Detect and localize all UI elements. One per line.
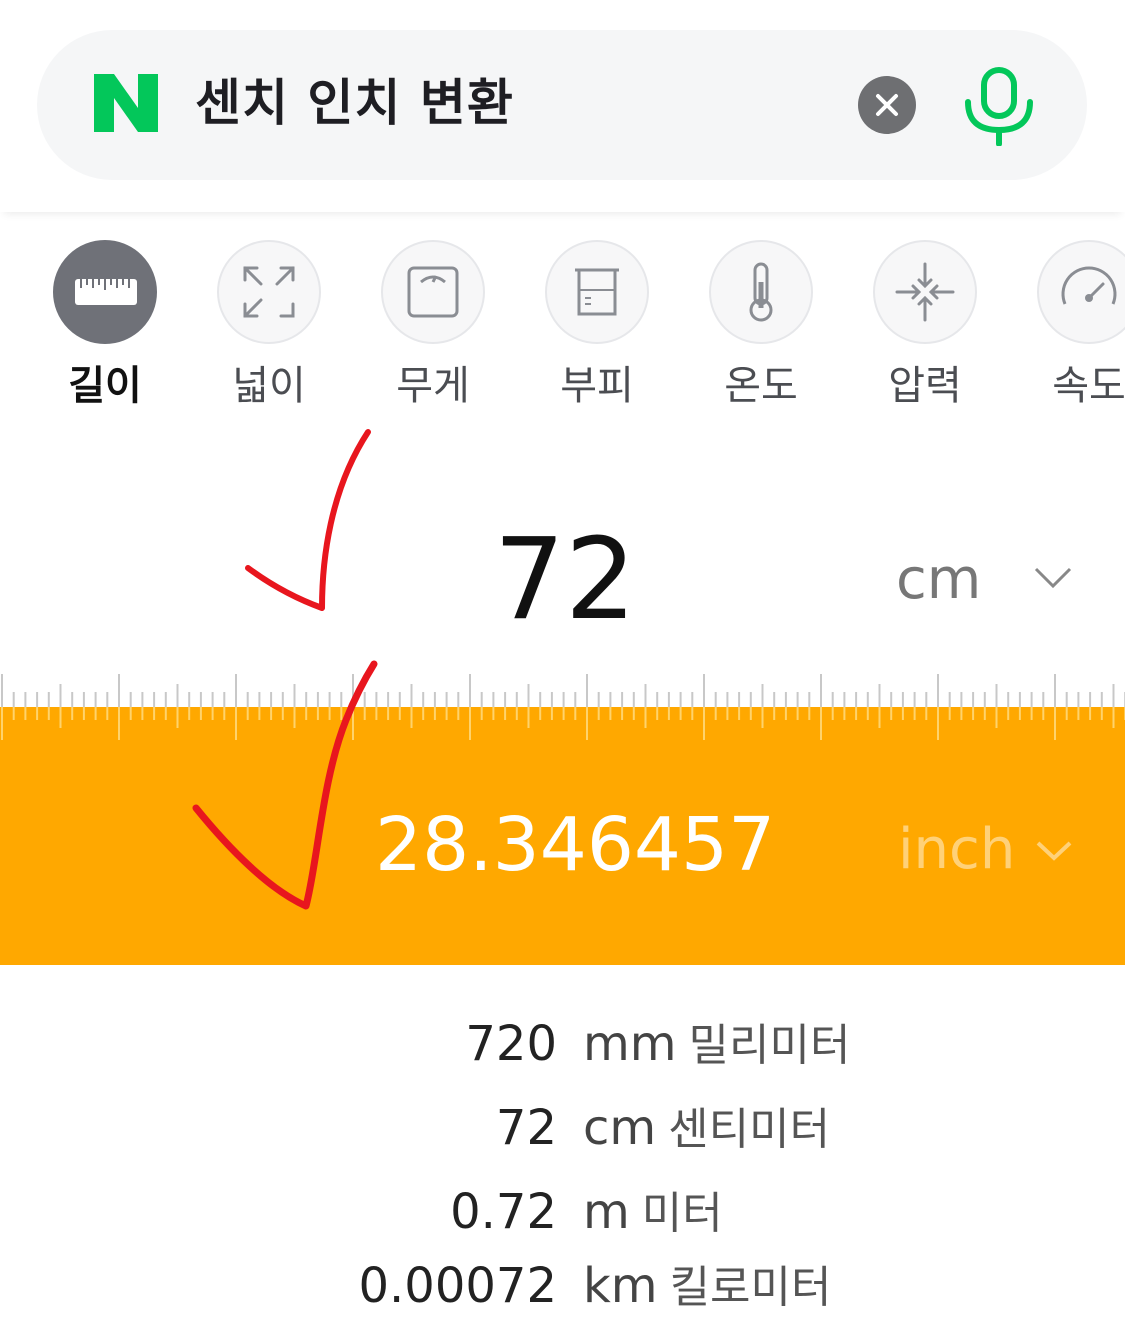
conversion-value: 0.72 — [450, 1184, 557, 1240]
tab-weight[interactable]: 무게 — [381, 240, 485, 420]
search-header: 센치 인치 변환 — [0, 0, 1125, 212]
tab-speed-circle — [1037, 240, 1125, 344]
ruler-icon — [75, 279, 137, 305]
tab-temperature-circle — [709, 240, 813, 344]
tab-label: 무게 — [396, 363, 470, 409]
chevron-down-icon[interactable] — [1035, 838, 1073, 864]
conversion-unit: mm 밀리미터 — [583, 1014, 850, 1076]
conversion-row: 0.72 m 미터 — [0, 1182, 1125, 1266]
conversion-unit: m 미터 — [583, 1182, 723, 1244]
tab-pressure[interactable]: 압력 — [873, 240, 977, 420]
unit-symbol: mm — [583, 1016, 677, 1072]
conversion-unit: km 킬로미터 — [583, 1256, 831, 1318]
clear-button[interactable] — [858, 76, 916, 134]
unit-name: 밀리미터 — [688, 1020, 851, 1071]
input-unit-select[interactable]: cm — [896, 545, 981, 615]
tab-length[interactable]: 길이 — [53, 240, 157, 420]
speedometer-icon — [1061, 266, 1117, 305]
scale-icon — [407, 266, 459, 318]
tab-area-circle — [217, 240, 321, 344]
naver-logo-icon[interactable] — [92, 72, 160, 134]
tab-pressure-circle — [873, 240, 977, 344]
input-value[interactable]: 72 — [460, 515, 670, 645]
unit-symbol: cm — [583, 1100, 657, 1156]
tab-label: 온도 — [724, 363, 798, 409]
tab-label: 길이 — [68, 363, 142, 409]
unit-name: 미터 — [641, 1188, 723, 1239]
tab-label: 압력 — [888, 363, 962, 409]
conversion-value: 720 — [465, 1016, 557, 1072]
tab-label: 넓이 — [232, 363, 306, 409]
conversion-row: 0.00072 km 킬로미터 — [0, 1256, 1125, 1340]
beaker-icon — [575, 268, 619, 316]
conversion-row: 72 cm 센티미터 — [0, 1098, 1125, 1182]
chevron-down-icon[interactable] — [1033, 564, 1073, 592]
tab-length-circle — [53, 240, 157, 344]
tab-temperature[interactable]: 온도 — [709, 240, 813, 420]
tab-label: 부피 — [560, 363, 634, 409]
tab-speed[interactable]: 속도 — [1037, 240, 1125, 420]
conversion-value: 72 — [495, 1100, 557, 1156]
unit-symbol: m — [583, 1184, 630, 1240]
compress-icon — [895, 262, 955, 322]
tab-weight-circle — [381, 240, 485, 344]
result-unit-select[interactable]: inch — [898, 815, 1015, 885]
ruler-slider[interactable] — [0, 660, 1125, 750]
conversion-row: 720 mm 밀리미터 — [0, 1014, 1125, 1098]
search-input[interactable]: 센치 인치 변환 — [195, 68, 514, 138]
tab-area[interactable]: 넓이 — [217, 240, 321, 420]
conversion-value: 0.00072 — [358, 1258, 558, 1314]
tab-label: 속도 — [1052, 363, 1125, 409]
result-value: 28.346457 — [375, 802, 776, 888]
microphone-icon[interactable] — [960, 66, 1038, 146]
checkmark-top — [245, 429, 371, 611]
unit-name: 킬로미터 — [669, 1262, 832, 1313]
tab-volume-circle — [545, 240, 649, 344]
conversion-unit: cm 센티미터 — [583, 1098, 830, 1160]
thermometer-icon — [749, 262, 773, 322]
tab-volume[interactable]: 부피 — [545, 240, 649, 420]
expand-icon — [243, 266, 295, 318]
unit-name: 센티미터 — [668, 1104, 831, 1155]
unit-symbol: km — [583, 1258, 658, 1314]
close-icon — [876, 94, 898, 116]
